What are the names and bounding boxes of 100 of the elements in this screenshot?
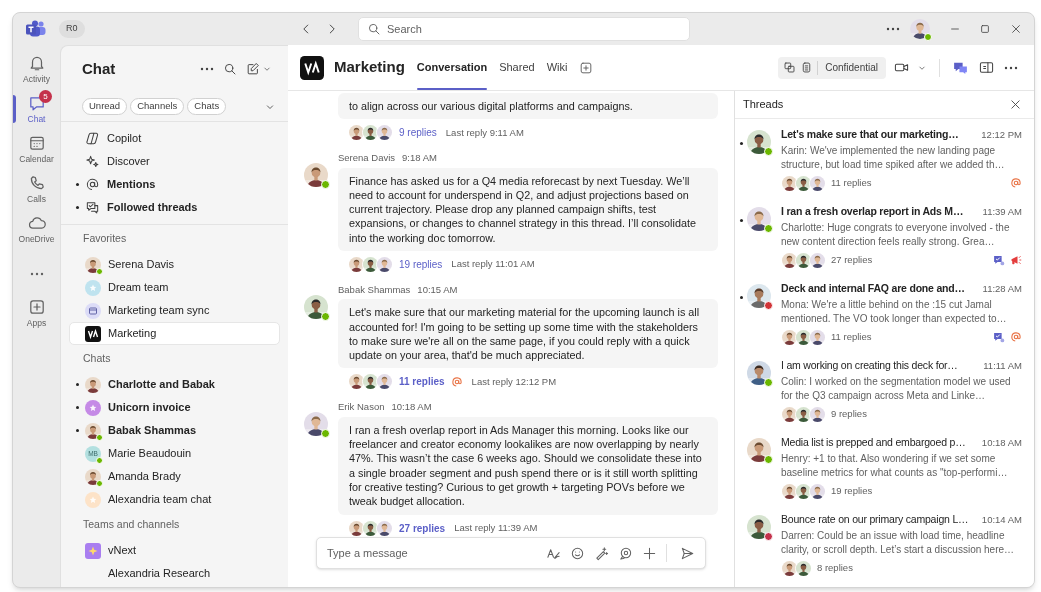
channel-title: Marketing (334, 57, 405, 78)
close-icon (1009, 98, 1022, 111)
rail-button[interactable]: Apps (13, 293, 60, 333)
replies-link[interactable]: 11 replies (399, 374, 445, 390)
copy-icon[interactable] (783, 61, 797, 74)
at-sign-icon (85, 177, 100, 192)
add-icon (579, 60, 594, 75)
caret-icon (262, 64, 272, 74)
reply-count: 11 replies (831, 330, 872, 345)
side-panel-button[interactable] (979, 60, 994, 75)
last-reply-time: Last reply 11:01 AM (451, 257, 535, 272)
thread-preview: Darren: Could be an issue with load time, headline clarity, or scroll depth. Let’s start a discussion here… (781, 528, 1016, 557)
chat-list-item[interactable]: Followed threads (69, 196, 280, 219)
chat-check-icon (993, 331, 1005, 344)
chat-list-item[interactable]: Serena Davis (69, 253, 280, 276)
message-time: 10:15 AM (417, 283, 458, 298)
thread-title[interactable]: I ran a fresh overlap report in Ads M… (781, 204, 977, 220)
thread-time: 10:14 AM (981, 513, 1022, 527)
tab[interactable]: Wiki (546, 45, 568, 90)
rail-button[interactable]: Activity (13, 49, 60, 89)
message-text-input[interactable]: Type a message (327, 544, 537, 562)
more-options-button[interactable] (1004, 65, 1018, 70)
mention-icon (1010, 331, 1022, 344)
tab[interactable]: Conversation (416, 45, 488, 90)
message-author: Erik Nason (338, 400, 385, 415)
chat-list-item[interactable]: Amanda Brady (69, 465, 280, 488)
chat-list-item[interactable]: Copilot (69, 127, 280, 150)
thread-time: 11:28 AM (982, 282, 1022, 296)
chat-list-item[interactable]: Mentions (69, 173, 280, 196)
plus-icon[interactable] (642, 545, 657, 561)
thread-title[interactable]: Let's make sure that our marketing… (781, 127, 976, 143)
tab[interactable]: Shared (499, 45, 535, 90)
message-time: 9:18 AM (402, 151, 437, 166)
chat-list-item[interactable]: Marketing team sync (69, 299, 280, 322)
thread-title[interactable]: Deck and internal FAQ are done and… (781, 281, 977, 297)
replies-link[interactable]: 9 replies (399, 125, 437, 141)
more-apps-icon (29, 272, 44, 276)
replies-link[interactable]: 27 replies (399, 520, 446, 536)
magic-pen-icon[interactable] (594, 545, 609, 561)
chat-list-item[interactable]: Charlotte and Babak (69, 373, 280, 396)
selection-indicator (13, 95, 16, 123)
filter-chip[interactable]: Unread (82, 98, 128, 115)
send-icon[interactable] (680, 545, 695, 561)
chat-list-item[interactable]: Marketing (69, 322, 280, 345)
thread-title[interactable]: Media list is prepped and embargoed p… (781, 435, 976, 451)
tab-underline (416, 88, 488, 90)
last-reply-time: Last reply 12:12 PM (471, 374, 557, 389)
thread-title[interactable]: Bounce rate on our primary campaign L… (781, 512, 976, 528)
filter-chip[interactable]: Channels (130, 98, 185, 115)
add-apps-icon (27, 298, 46, 316)
rail-button[interactable]: Calendar (13, 129, 60, 169)
search-input[interactable]: Search (387, 20, 681, 38)
thread-time: 11:11 AM (983, 359, 1022, 373)
thread-preview: Colin: I worked on the segmentation model we used for the Q3 campaign across Meta and Linke… (781, 374, 1012, 403)
chat-check-icon (85, 200, 100, 215)
thread-time: 10:18 AM (981, 436, 1022, 450)
chat-list-item[interactable]: Discover (69, 150, 280, 173)
chat-list-item[interactable]: Alexandria Research (69, 562, 280, 585)
sensitivity-label[interactable]: Confidential (822, 60, 881, 75)
chat-list-item[interactable]: Babak Shammas (69, 419, 280, 442)
message-author: Babak Shammas (338, 283, 411, 298)
reply-count: 27 replies (831, 253, 873, 268)
rail-button[interactable]: Calls (13, 169, 60, 209)
more-icon (1004, 65, 1018, 70)
notification-badge: 5 (39, 90, 52, 103)
section-heading: Favorites (83, 231, 127, 247)
copilot-icon (85, 131, 100, 146)
mention-icon (1010, 177, 1022, 190)
account-badge[interactable]: R0 (59, 20, 85, 38)
loop-icon[interactable] (618, 545, 633, 561)
message-bubble: Let's make sure that our marketing material for the upcoming launch is all accounted for! I'm going to be setting up some time with the stakeholders to make sure we're all on the same page, if you could reply with a quick update on your area, that'd be much appreciated. (338, 299, 718, 369)
filter-chip[interactable]: Chats (187, 98, 227, 115)
close-panel-button[interactable] (1009, 98, 1022, 111)
chat-list-item[interactable]: Alexandria team chat (69, 488, 280, 511)
reply-count: 19 replies (831, 484, 873, 499)
thread-title[interactable]: I am working on creating this deck for… (781, 358, 978, 374)
team-logo (300, 55, 324, 80)
rail-button[interactable]: OneDrive (13, 209, 60, 249)
calendar-icon (27, 134, 46, 152)
mention-icon (450, 375, 463, 388)
rail-button[interactable]: Chat 5 (13, 89, 60, 129)
chat-list-item[interactable]: vNext (69, 539, 280, 562)
chat-list-item[interactable]: Unicorn invoice (69, 396, 280, 419)
sidebar-title: Chat (82, 58, 117, 79)
panel-title: Threads (743, 97, 785, 113)
thread-preview: Charlotte: Huge congrats to everyone involved - the new content direction feels really strong. Grea… (781, 220, 1011, 249)
chat-list-item[interactable]: Dream team (69, 276, 280, 299)
message-bubble: Finance has asked us for a Q4 media reforecast by next Tuesday. We’ll need to account for underspend in Q2, and adjust projections based on current trajectory. Please drop any planned campaign shifts, test expansions, or changes to channel strategy in this thread. I’ll consolidate into the working doc tomorrow. (338, 167, 718, 252)
megaphone-icon (1010, 254, 1022, 267)
replies-link[interactable]: 19 replies (399, 257, 443, 273)
last-reply-time: Last reply 11:39 AM (454, 520, 538, 535)
emoji-icon[interactable] (570, 545, 585, 561)
reply-count: 9 replies (831, 407, 867, 422)
teams-logo[interactable] (25, 20, 47, 38)
side-panel-icon (979, 60, 994, 75)
search-icon (367, 22, 381, 36)
team-logo (85, 325, 101, 342)
message-input[interactable]: Type a message (316, 537, 706, 569)
thread-preview: Karin: We've implemented the new landing page structure, but load time spiked after we added th… (781, 143, 1006, 172)
search-field[interactable]: Search (358, 17, 690, 41)
